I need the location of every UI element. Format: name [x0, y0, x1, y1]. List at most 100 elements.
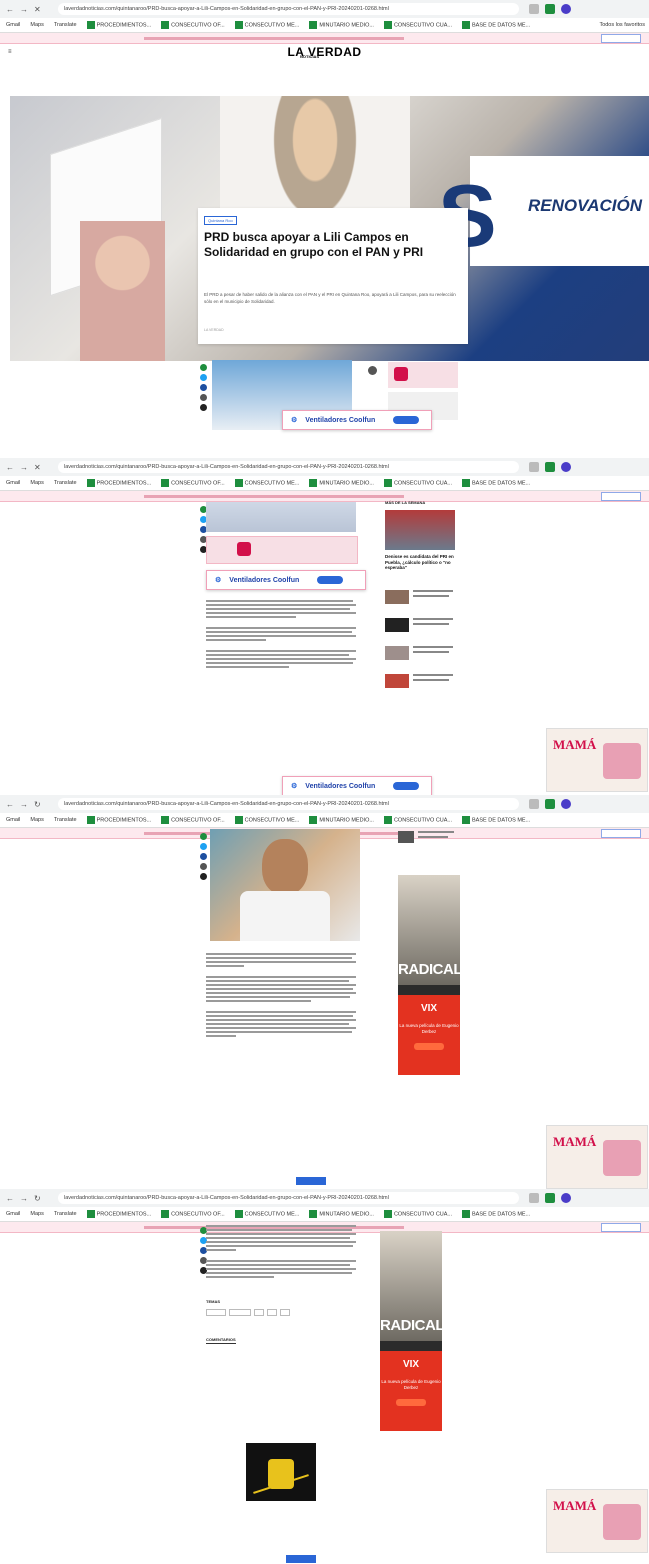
address-bar[interactable]: laverdadnoticias.com/quintanaroo/PRD-bus…: [58, 3, 519, 15]
whatsapp-icon[interactable]: [200, 833, 207, 840]
bookmark-gmail[interactable]: Gmail: [6, 817, 20, 823]
forward-icon[interactable]: →: [20, 800, 28, 809]
bookmark-maps[interactable]: Maps: [30, 1211, 43, 1217]
address-bar[interactable]: laverdadnoticias.com/quintanaroo/PRD-bus…: [58, 1192, 519, 1204]
bookmark-base-datos[interactable]: BASE DE DATOS ME...: [462, 1210, 530, 1218]
star-icon[interactable]: [529, 799, 539, 809]
bookmark-consecutivo-of[interactable]: CONSECUTIVO OF...: [161, 479, 225, 487]
fan-ad-button[interactable]: [393, 782, 420, 790]
bookmark-consecutivo-me[interactable]: CONSECUTIVO ME...: [234, 479, 299, 487]
all-bookmarks[interactable]: Todos los favoritos: [599, 22, 645, 28]
bookmark-consecutivo-cua[interactable]: CONSECUTIVO CUA...: [383, 21, 452, 29]
profile-icon[interactable]: [561, 799, 571, 809]
forward-icon[interactable]: →: [20, 1194, 28, 1203]
mama-ad[interactable]: MAMÁ: [546, 1489, 648, 1553]
mama-ad[interactable]: MAMÁ: [546, 1125, 648, 1189]
site-logo[interactable]: LA VERDAD: [287, 45, 361, 59]
close-icon[interactable]: ✕: [34, 463, 41, 472]
inline-video-ad[interactable]: [246, 1443, 316, 1501]
bookmark-procedimientos[interactable]: PROCEDIMIENTOS...: [86, 21, 151, 29]
vix-ad-button[interactable]: [396, 1399, 426, 1406]
ad-top-strip[interactable]: [0, 33, 649, 44]
bookmark-translate[interactable]: Translate: [54, 1211, 77, 1217]
address-bar[interactable]: laverdadnoticias.com/quintanaroo/PRD-bus…: [58, 461, 519, 473]
facebook-icon[interactable]: [200, 384, 207, 391]
fan-ad-banner-sticky[interactable]: ⚙ Ventiladores Coolfun: [282, 776, 432, 795]
bookmark-minutario[interactable]: MINUTARIO MEDIO...: [309, 1210, 374, 1218]
tag-chip[interactable]: [254, 1309, 264, 1316]
bookmark-consecutivo-me[interactable]: CONSECUTIVO ME...: [234, 816, 299, 824]
bookmark-consecutivo-me[interactable]: CONSECUTIVO ME...: [234, 1210, 299, 1218]
reload-icon[interactable]: ↻: [34, 800, 41, 809]
inline-ad[interactable]: [206, 536, 358, 564]
sidebar-lead-image[interactable]: [385, 510, 455, 550]
bookmark-maps[interactable]: Maps: [30, 817, 43, 823]
facebook-icon[interactable]: [200, 853, 207, 860]
bookmark-base-datos[interactable]: BASE DE DATOS ME...: [462, 479, 530, 487]
link-icon[interactable]: [200, 404, 207, 411]
bookmark-procedimientos[interactable]: PROCEDIMIENTOS...: [86, 479, 151, 487]
star-icon[interactable]: [529, 1193, 539, 1203]
bookmark-translate[interactable]: Translate: [54, 817, 77, 823]
back-icon[interactable]: ←: [6, 800, 14, 809]
play-icon[interactable]: [368, 366, 377, 375]
ad-top-strip[interactable]: [0, 491, 649, 502]
back-icon[interactable]: ←: [6, 5, 14, 14]
bookmark-minutario[interactable]: MINUTARIO MEDIO...: [309, 479, 374, 487]
twitter-icon[interactable]: [200, 374, 207, 381]
list-item[interactable]: [385, 588, 455, 608]
google-consent-bar[interactable]: [296, 1177, 326, 1185]
vix-ad-button[interactable]: [414, 1043, 444, 1050]
forward-icon[interactable]: →: [20, 5, 28, 14]
bookmark-maps[interactable]: Maps: [30, 480, 43, 486]
bookmark-consecutivo-of[interactable]: CONSECUTIVO OF...: [161, 1210, 225, 1218]
bookmark-base-datos[interactable]: BASE DE DATOS ME...: [462, 816, 530, 824]
bookmark-gmail[interactable]: Gmail: [6, 480, 20, 486]
twitter-icon[interactable]: [200, 843, 207, 850]
bookmark-translate[interactable]: Translate: [54, 480, 77, 486]
tag-chip[interactable]: [206, 1309, 226, 1316]
bookmark-translate[interactable]: Translate: [54, 22, 77, 28]
bookmark-base-datos[interactable]: BASE DE DATOS ME...: [462, 21, 530, 29]
profile-icon[interactable]: [561, 1193, 571, 1203]
bookmark-consecutivo-cua[interactable]: CONSECUTIVO CUA...: [383, 479, 452, 487]
category-badge[interactable]: Quintana Roo: [204, 216, 237, 225]
star-icon[interactable]: [529, 4, 539, 14]
bookmark-minutario[interactable]: MINUTARIO MEDIO...: [309, 21, 374, 29]
bookmark-consecutivo-of[interactable]: CONSECUTIVO OF...: [161, 816, 225, 824]
list-item[interactable]: [385, 616, 455, 636]
bookmark-consecutivo-cua[interactable]: CONSECUTIVO CUA...: [383, 816, 452, 824]
menu-icon[interactable]: ≡: [8, 49, 12, 55]
star-icon[interactable]: [529, 462, 539, 472]
whatsapp-icon[interactable]: [200, 364, 207, 371]
link-icon[interactable]: [200, 873, 207, 880]
email-icon[interactable]: [200, 863, 207, 870]
tag-chip[interactable]: [267, 1309, 277, 1316]
vix-ad[interactable]: RADICAL VIX La nueva película de Eugenio…: [380, 1231, 442, 1431]
list-item[interactable]: [385, 644, 455, 664]
google-consent-bar[interactable]: [286, 1555, 316, 1563]
sidebar-lead-title[interactable]: Denisse es candidata del PRI en Puebla, …: [385, 554, 455, 571]
vix-ad[interactable]: RADICAL VIX La nueva película de Eugenio…: [398, 875, 460, 1075]
profile-icon[interactable]: [561, 462, 571, 472]
forward-icon[interactable]: →: [20, 463, 28, 472]
back-icon[interactable]: ←: [6, 463, 14, 472]
fan-ad-button[interactable]: [393, 416, 420, 424]
tag-chip[interactable]: [229, 1309, 251, 1316]
address-bar[interactable]: laverdadnoticias.com/quintanaroo/PRD-bus…: [58, 798, 519, 810]
back-icon[interactable]: ←: [6, 1194, 14, 1203]
bookmark-gmail[interactable]: Gmail: [6, 1211, 20, 1217]
extension-icon[interactable]: [545, 4, 555, 14]
profile-icon[interactable]: [561, 4, 571, 14]
reload-icon[interactable]: ↻: [34, 1194, 41, 1203]
list-item[interactable]: [398, 829, 468, 851]
bookmark-consecutivo-of[interactable]: CONSECUTIVO OF...: [161, 21, 225, 29]
bookmark-procedimientos[interactable]: PROCEDIMIENTOS...: [86, 1210, 151, 1218]
bookmark-consecutivo-me[interactable]: CONSECUTIVO ME...: [234, 21, 299, 29]
close-icon[interactable]: ✕: [34, 5, 41, 14]
bookmark-procedimientos[interactable]: PROCEDIMIENTOS...: [86, 816, 151, 824]
bookmark-minutario[interactable]: MINUTARIO MEDIO...: [309, 816, 374, 824]
fan-ad-button[interactable]: [317, 576, 344, 584]
tag-chip[interactable]: [280, 1309, 290, 1316]
extension-icon[interactable]: [545, 799, 555, 809]
